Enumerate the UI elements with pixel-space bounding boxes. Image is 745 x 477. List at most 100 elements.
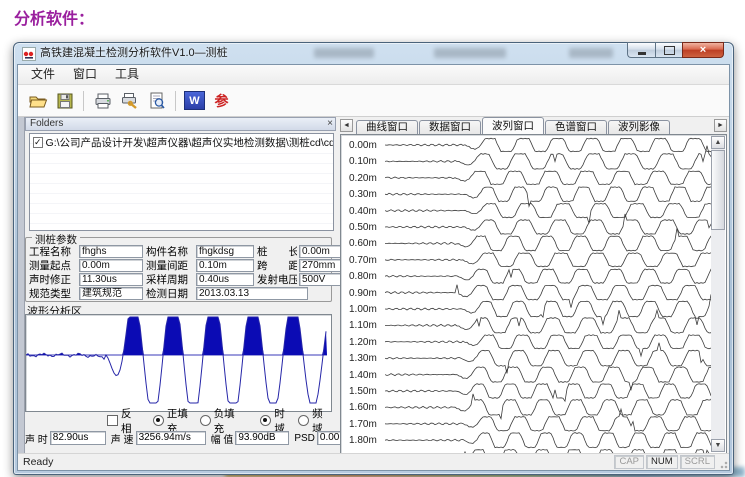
status-bar: Ready CAPNUMSCRL (18, 453, 729, 470)
readout-field[interactable]: 3256.94m/s (136, 431, 206, 445)
menu-item-1[interactable]: 窗口 (64, 65, 106, 84)
print-icon (93, 91, 113, 111)
param-row: 测量起点0.00m测量间距0.10m跨 距270mm (29, 258, 330, 272)
app-icon (22, 47, 36, 61)
depth-label: 0.20m (349, 173, 385, 184)
scrollbar-up-button[interactable]: ▲ (711, 136, 725, 149)
menu-item-2[interactable]: 工具 (106, 65, 148, 84)
tab-scroll-right-button[interactable]: ► (714, 119, 727, 132)
minimize-button[interactable] (627, 42, 655, 58)
dock-gripper[interactable] (18, 117, 25, 454)
domain-radio-0[interactable] (260, 415, 271, 426)
folders-list[interactable]: ✓ G:\公司产品设计开发\超声仪器\超声仪实地检测数据\测桩cd\cd03\c… (29, 133, 334, 231)
param-field[interactable]: 0.10m (196, 259, 254, 272)
toolbar-separator (175, 91, 176, 111)
save-icon (55, 91, 75, 111)
word-export-button[interactable]: W (182, 89, 207, 113)
close-button[interactable]: × (682, 42, 724, 58)
depth-label: 1.60m (349, 402, 385, 413)
depth-label: 0.30m (349, 189, 385, 200)
param-field[interactable]: 0.40us (196, 273, 254, 286)
open-folder-icon (28, 91, 48, 111)
param-label: 桩 长 (257, 244, 297, 259)
param-label: 检测日期 (146, 286, 194, 301)
depth-label: 0.70m (349, 255, 385, 266)
scrollbar-down-button[interactable]: ▼ (711, 439, 725, 452)
tab-0[interactable]: 曲线窗口 (356, 120, 418, 134)
tab-3[interactable]: 色谱窗口 (545, 120, 607, 134)
param-label: 跨 距 (257, 258, 297, 273)
status-cell-CAP: CAP (614, 455, 644, 469)
fill-radio-0[interactable] (153, 415, 164, 426)
toolbar: W 参 (18, 85, 729, 117)
scrollbar-track[interactable]: ▲ ▼ (711, 136, 725, 452)
item-path: G:\公司产品设计开发\超声仪器\超声仪实地检测数据\测桩cd\cd03\cd0… (46, 135, 333, 150)
readout-field[interactable]: 82.90us (50, 431, 106, 445)
depth-label: 0.80m (349, 271, 385, 282)
print-setup-button[interactable] (117, 89, 142, 113)
pile-params-group: 测桩参数 工程名称fhghs构件名称fhgkdsg桩 长0.00m测量起点0.0… (25, 237, 332, 302)
param-label: 发射电压 (257, 272, 297, 287)
open-button[interactable] (25, 89, 50, 113)
resize-grip[interactable] (716, 457, 728, 469)
domain-radio-1[interactable] (298, 415, 309, 426)
wave-traces-svg (385, 135, 719, 453)
waveform-svg (26, 315, 327, 409)
depth-label: 0.10m (349, 156, 385, 167)
depth-label: 1.30m (349, 353, 385, 364)
print-setup-icon (120, 91, 140, 111)
fill-radio-1[interactable] (200, 415, 211, 426)
invert-checkbox[interactable] (107, 415, 118, 426)
left-panel: Folders × ✓ G:\公司产品设计开发\超声仪器\超声仪实地检测数据\测… (25, 117, 336, 454)
title-bar[interactable]: 高铁建混凝土检测分析软件V1.0—测桩 × (14, 43, 733, 64)
save-button[interactable] (52, 89, 77, 113)
print-preview-button[interactable] (144, 89, 169, 113)
print-button[interactable] (90, 89, 115, 113)
client-area: 文件窗口工具 (17, 64, 730, 471)
folders-close-icon[interactable]: × (327, 118, 333, 130)
status-text: Ready (23, 456, 53, 468)
param-label: 采样周期 (146, 272, 194, 287)
tab-2[interactable]: 波列窗口 (482, 117, 544, 134)
item-checkbox[interactable]: ✓ (33, 137, 43, 148)
readout-label: 幅 值 (211, 431, 234, 446)
param-row: 工程名称fhghs构件名称fhgkdsg桩 长0.00m (29, 244, 330, 258)
params-button[interactable]: 参 (209, 89, 234, 113)
menu-item-0[interactable]: 文件 (22, 65, 64, 84)
word-icon: W (184, 91, 205, 110)
tab-1[interactable]: 数据窗口 (419, 120, 481, 134)
scrollbar-thumb[interactable] (711, 150, 725, 230)
depth-label: 1.50m (349, 386, 385, 397)
tab-label: 波列窗口 (492, 120, 534, 132)
folders-panel-header[interactable]: Folders × (25, 117, 336, 131)
print-preview-icon (147, 91, 167, 111)
readout-field[interactable]: 93.90dB (235, 431, 289, 445)
param-field[interactable]: 0.00m (79, 259, 143, 272)
param-label: 声时修正 (29, 272, 77, 287)
tab-4[interactable]: 波列影像 (608, 120, 670, 134)
close-icon: × (700, 44, 706, 56)
param-field[interactable]: fhghs (79, 245, 143, 258)
tab-bar: ◄ 曲线窗口数据窗口波列窗口色谱窗口波列影像 ► (340, 117, 727, 134)
waveform-analysis-plot (25, 314, 332, 412)
minimize-icon (638, 52, 646, 55)
app-window: 高铁建混凝土检测分析软件V1.0—测桩 × 文件窗口工具 (13, 42, 734, 475)
param-label: 测量间距 (146, 258, 194, 273)
background-blur (434, 48, 506, 58)
tab-label: 曲线窗口 (366, 121, 408, 133)
param-field[interactable]: 11.30us (79, 273, 143, 286)
depth-label: 1.20m (349, 337, 385, 348)
tabs: 曲线窗口数据窗口波列窗口色谱窗口波列影像 (356, 117, 711, 134)
tab-scroll-left-button[interactable]: ◄ (340, 119, 353, 132)
maximize-button[interactable] (655, 42, 682, 58)
folders-list-item[interactable]: ✓ G:\公司产品设计开发\超声仪器\超声仪实地检测数据\测桩cd\cd03\c… (30, 136, 333, 149)
param-field[interactable]: fhgkdsg (196, 245, 254, 258)
background-blur (569, 48, 613, 58)
depth-label: 0.40m (349, 206, 385, 217)
param-row: 声时修正11.30us采样周期0.40us发射电压500V (29, 272, 330, 286)
param-label: 规范类型 (29, 286, 77, 301)
param-field[interactable]: 2013.03.13 (196, 287, 308, 300)
param-field[interactable]: 建筑规范 (79, 287, 143, 300)
depth-label: 0.00m (349, 140, 385, 151)
readout-label: 声 时 (25, 431, 48, 446)
